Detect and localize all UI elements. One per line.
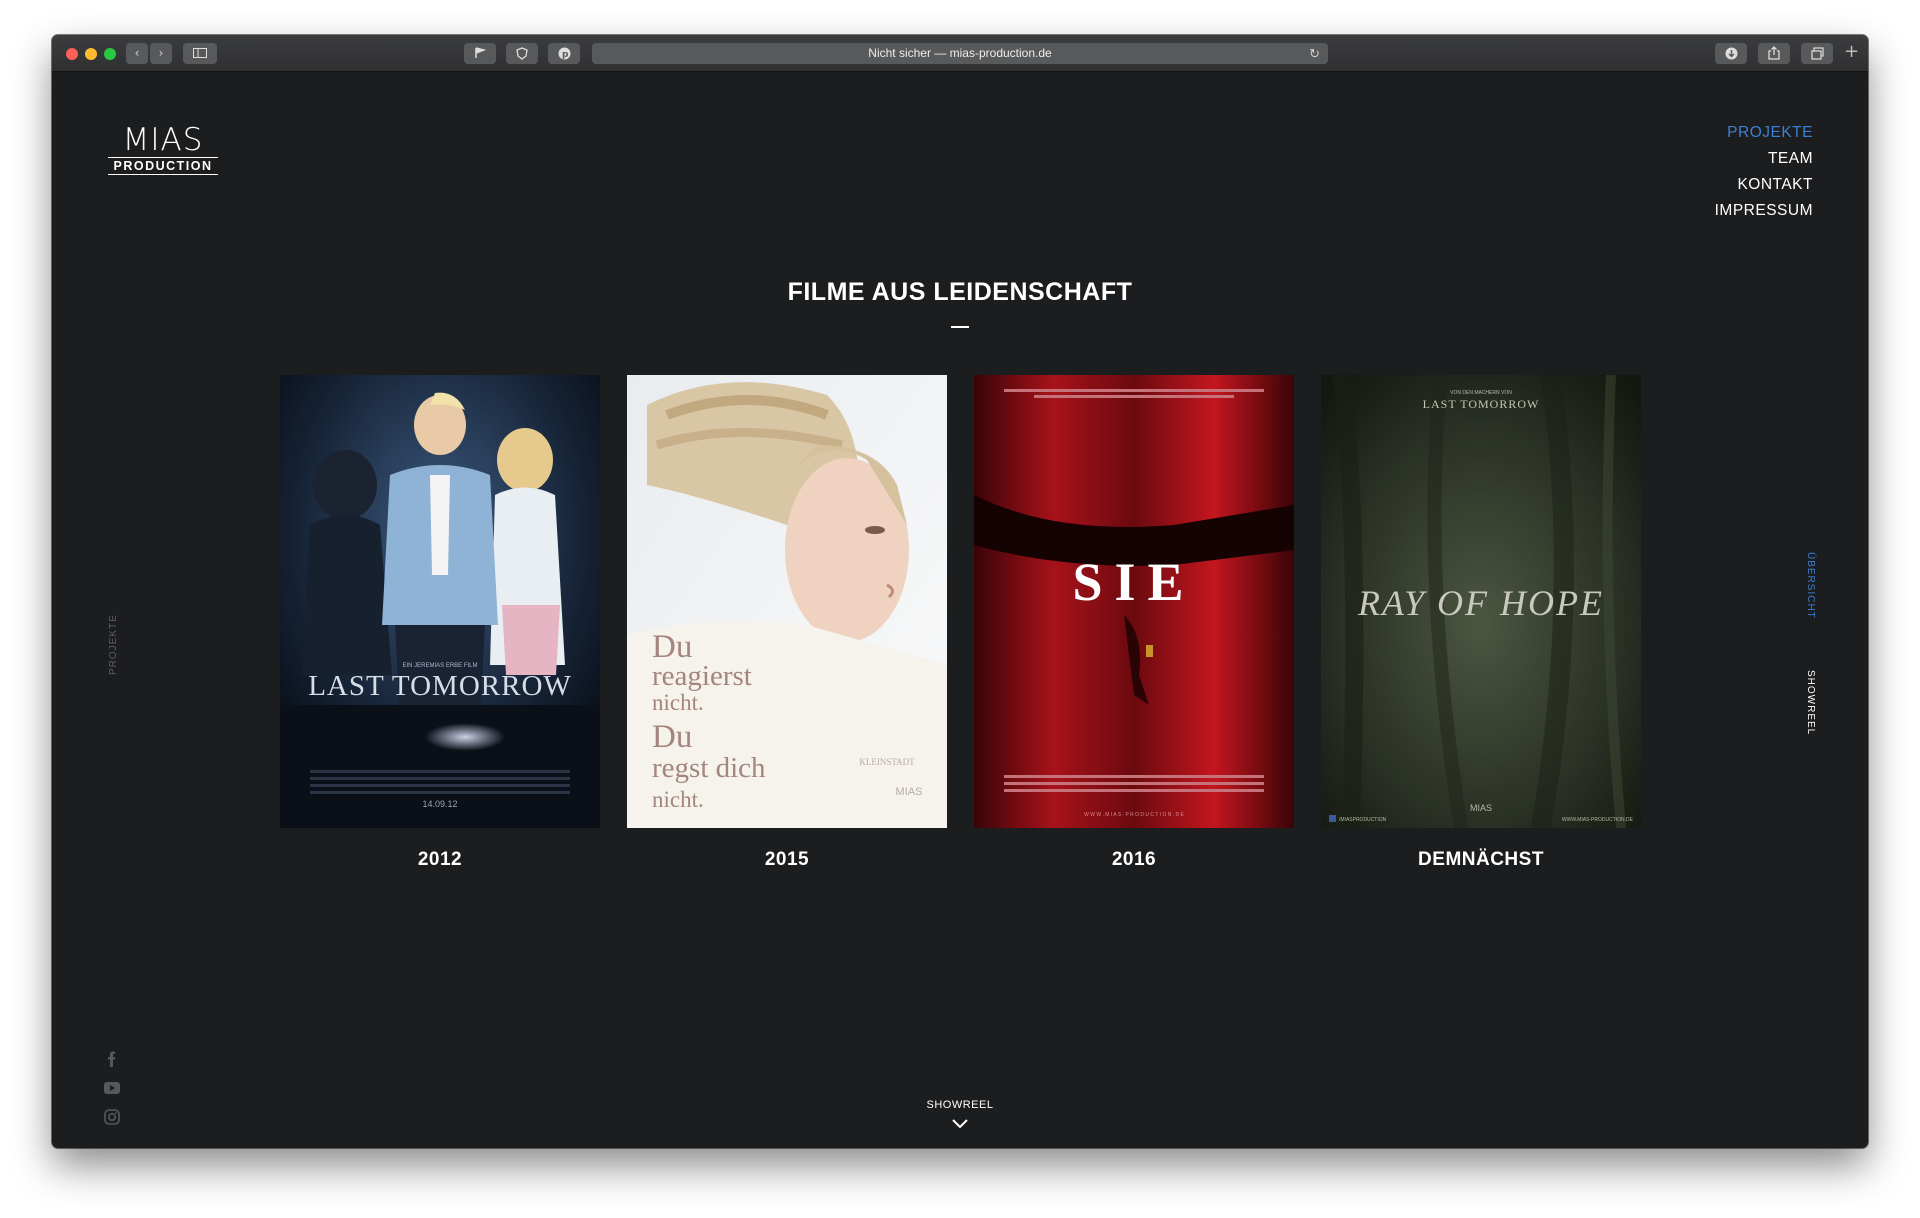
close-window-button[interactable] — [66, 48, 78, 60]
poster1-date: 14.09.12 — [422, 799, 457, 809]
svg-text:p: p — [562, 50, 569, 60]
year-label-4: DEMNÄCHST — [1418, 849, 1544, 870]
pinterest-button[interactable]: p — [548, 43, 580, 64]
poster4-footer-right: WWW.MIAS-PRODUCTION.DE — [1562, 817, 1634, 823]
year-label-1: 2012 — [417, 849, 463, 870]
poster-last-tomorrow[interactable]: EIN JEREMIAS ERBE FILM LAST TOMORROW 14.… — [280, 375, 600, 828]
new-tab-icon[interactable]: + — [1844, 41, 1859, 62]
poster-last-tomorrow-art: EIN JEREMIAS ERBE FILM LAST TOMORROW 14.… — [280, 375, 600, 828]
sidebar-icon — [193, 48, 207, 58]
nav-projekte[interactable]: PROJEKTE — [1715, 120, 1813, 146]
poster2-line2: reagierst — [652, 660, 752, 692]
poster2-line5: regst dich — [652, 752, 766, 784]
poster2-line4: Du — [652, 719, 692, 755]
browser-toolbar: ‹ › p Nicht sicher — mias-production.de … — [52, 35, 1868, 72]
poster-kleinstadt[interactable]: Du reagierst nicht. Du regst dich nicht.… — [627, 375, 947, 828]
poster4-title: RAY OF HOPE — [1357, 583, 1604, 623]
poster3-title: SIE — [1072, 552, 1195, 612]
poster4-top: LAST TOMORROW — [1423, 397, 1540, 411]
year-label-2: 2015 — [764, 849, 810, 870]
tabs-overview-button[interactable] — [1801, 43, 1833, 64]
poster4-logo: MIAS — [1470, 803, 1492, 813]
poster4-top-small: VON DEN MACHERN VON — [1450, 390, 1512, 396]
side-label-projekte: PROJEKTE — [108, 614, 119, 675]
side-nav-uebersicht[interactable]: ÜBERSICHT — [1805, 552, 1816, 619]
poster2-line3: nicht. — [652, 690, 704, 715]
year-label-3: 2016 — [1111, 849, 1157, 870]
browser-window: ‹ › p Nicht sicher — mias-production.de … — [52, 35, 1868, 1148]
logo-wordmark: MIAS — [122, 122, 204, 158]
poster2-sub: KLEINSTADT — [859, 757, 915, 767]
maximize-window-button[interactable] — [104, 48, 116, 60]
forward-button[interactable]: › — [150, 43, 172, 64]
poster-ray-of-hope[interactable]: VON DEN MACHERN VON LAST TOMORROW RAY OF… — [1321, 375, 1641, 828]
page-heading: FILME AUS LEIDENSCHAFT — [787, 278, 1133, 306]
flag-icon — [475, 47, 487, 58]
poster1-title: LAST TOMORROW — [308, 670, 572, 702]
nav-kontakt[interactable]: KONTAKT — [1715, 172, 1813, 198]
address-bar[interactable]: Nicht sicher — mias-production.de ↻ — [592, 43, 1328, 64]
chevron-down-icon[interactable] — [952, 1119, 968, 1129]
poster4-footer-left: /MIASPRODUCTION — [1339, 817, 1387, 823]
logo-subline: PRODUCTION — [108, 157, 218, 175]
download-icon — [1725, 47, 1737, 60]
back-button[interactable]: ‹ — [126, 43, 148, 64]
extension-button-1[interactable] — [464, 43, 496, 64]
pinterest-icon: p — [558, 47, 570, 60]
side-nav-showreel[interactable]: SHOWREEL — [1805, 670, 1816, 735]
poster-ray-of-hope-art: VON DEN MACHERN VON LAST TOMORROW RAY OF… — [1321, 375, 1641, 828]
poster1-tagline: EIN JEREMIAS ERBE FILM — [402, 663, 477, 669]
heading-divider — [951, 326, 969, 328]
poster3-footer: W W W . M I A S - P R O D U C T I O N . … — [1084, 812, 1184, 818]
reload-icon[interactable]: ↻ — [1309, 43, 1320, 64]
url-text: Nicht sicher — mias-production.de — [868, 46, 1052, 60]
poster2-line6: nicht. — [652, 787, 704, 812]
youtube-icon[interactable] — [104, 1080, 120, 1096]
facebook-icon[interactable] — [104, 1051, 120, 1067]
instagram-icon[interactable] — [104, 1109, 120, 1125]
page-content: MIAS PRODUCTION PROJEKTE TEAM KONTAKT IM… — [52, 72, 1868, 1148]
main-nav: PROJEKTE TEAM KONTAKT IMPRESSUM — [1715, 120, 1813, 224]
showreel-link[interactable]: SHOWREEL — [52, 1099, 1868, 1111]
poster-sie[interactable]: SIE W W W . M I A S - P R O D U C T I O … — [974, 375, 1294, 828]
nav-team[interactable]: TEAM — [1715, 146, 1813, 172]
poster-sie-art: SIE W W W . M I A S - P R O D U C T I O … — [974, 375, 1294, 828]
sidebar-toggle-button[interactable] — [183, 43, 217, 64]
minimize-window-button[interactable] — [85, 48, 97, 60]
extension-button-2[interactable] — [506, 43, 538, 64]
site-logo[interactable]: MIAS PRODUCTION — [108, 124, 218, 176]
nav-impressum[interactable]: IMPRESSUM — [1715, 198, 1813, 224]
downloads-button[interactable] — [1715, 43, 1747, 64]
share-button[interactable] — [1758, 43, 1790, 64]
share-icon — [1768, 46, 1780, 60]
shield-icon — [516, 47, 528, 60]
poster-kleinstadt-art: Du reagierst nicht. Du regst dich nicht.… — [627, 375, 947, 828]
poster2-logo: MIAS — [896, 786, 923, 798]
tabs-icon — [1810, 47, 1824, 60]
